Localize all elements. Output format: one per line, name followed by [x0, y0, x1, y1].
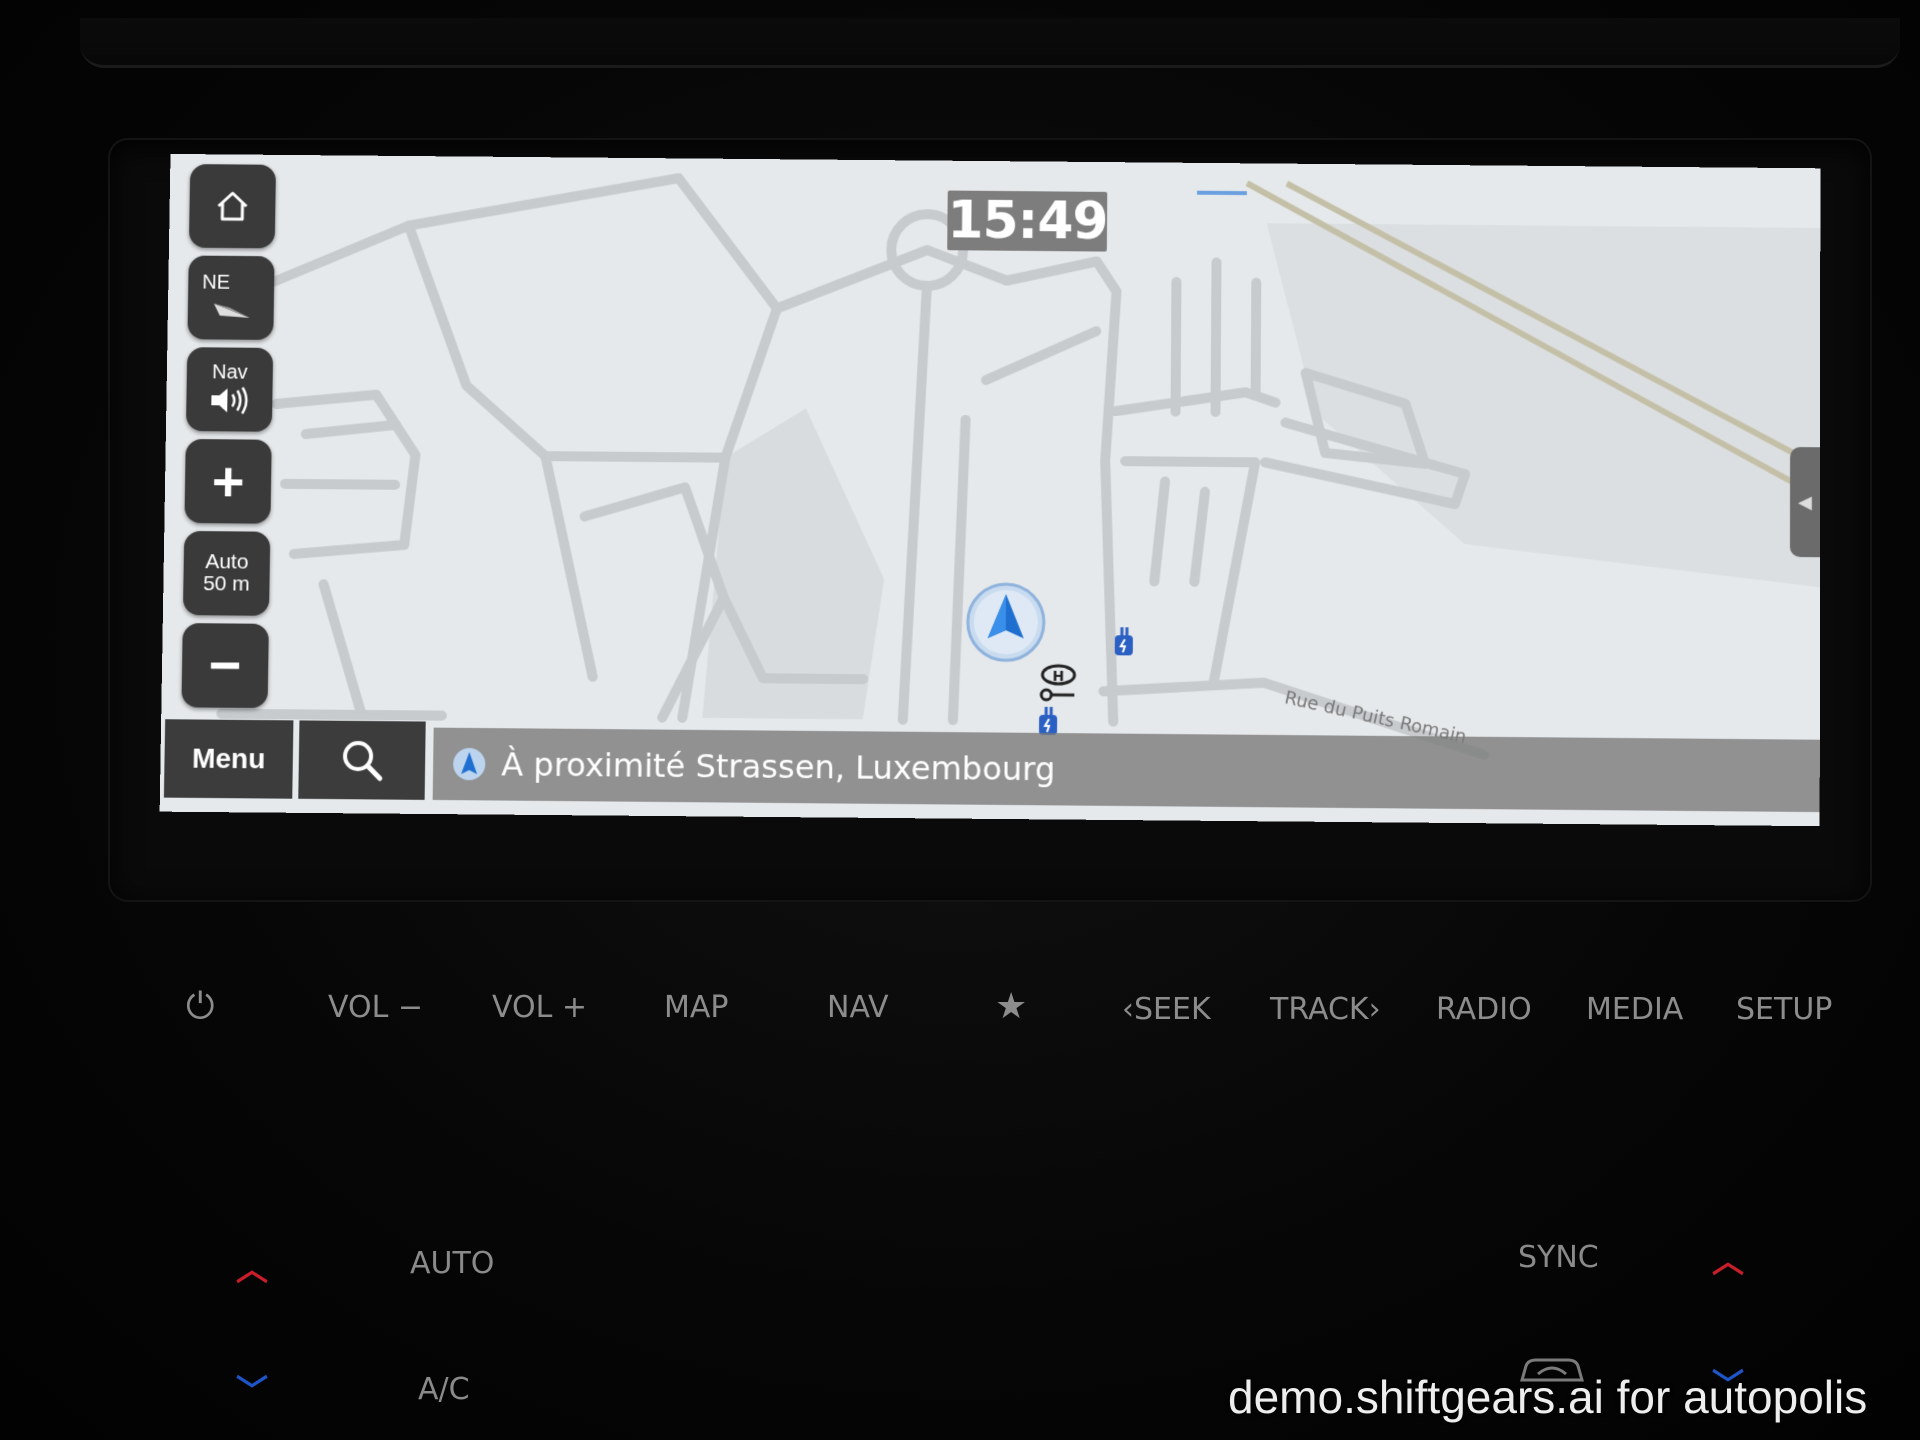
plus-icon: + — [211, 453, 245, 509]
compass-button[interactable]: NE — [187, 256, 274, 340]
temp-down-left-icon[interactable]: ﹀ — [236, 1366, 268, 1412]
dashboard-trim — [80, 18, 1900, 68]
vol-down-button[interactable]: VOL − — [328, 990, 423, 1025]
compass-heading: NE — [202, 272, 230, 294]
minus-icon: − — [208, 637, 242, 693]
nav-voice-button[interactable]: Nav — [186, 347, 273, 432]
zoom-out-button[interactable]: − — [181, 623, 268, 708]
current-position-marker — [963, 580, 1048, 670]
scale-distance-label: 50 m — [203, 573, 250, 595]
zoom-in-button[interactable]: + — [184, 439, 271, 524]
menu-button[interactable]: Menu — [164, 719, 294, 798]
speaker-icon — [207, 383, 251, 417]
bottom-bar: Menu À proximité Strassen, Luxembourg — [160, 713, 1820, 826]
position-arrow-icon — [451, 746, 488, 782]
favorite-star-button[interactable]: ★ — [995, 986, 1027, 1027]
search-icon — [338, 736, 387, 785]
infotainment-screen: Rue du Puits Romain H 15:49 NE Nav + Aut… — [160, 154, 1821, 826]
nav-button[interactable]: NAV — [827, 990, 889, 1025]
home-icon — [212, 186, 253, 226]
svg-text:H: H — [1052, 669, 1064, 685]
media-button[interactable]: MEDIA — [1586, 992, 1683, 1027]
map-scale-button[interactable]: Auto 50 m — [183, 531, 270, 616]
setup-button[interactable]: SETUP — [1736, 992, 1832, 1027]
track-forward-button[interactable]: TRACK› — [1270, 992, 1381, 1027]
hardware-button-row: ⏻ VOL − VOL + MAP NAV ★ ‹SEEK TRACK› RAD… — [0, 990, 1920, 1050]
chevron-left-icon: ◀ — [1798, 492, 1812, 513]
search-button[interactable] — [298, 720, 425, 799]
climate-auto-button[interactable]: AUTO — [410, 1246, 494, 1281]
power-button[interactable]: ⏻ — [186, 986, 214, 1028]
compass-needle-icon — [206, 294, 256, 324]
vol-up-button[interactable]: VOL + — [492, 990, 587, 1025]
nav-voice-label: Nav — [212, 361, 248, 383]
seek-back-button[interactable]: ‹SEEK — [1122, 992, 1211, 1027]
vehicle-arrow-icon — [963, 580, 1048, 665]
watermark-text: demo.shiftgears.ai for autopolis — [1228, 1370, 1867, 1424]
temp-up-right-icon[interactable]: ︿ — [1712, 1236, 1744, 1282]
clock-display: 15:49 — [947, 191, 1107, 252]
climate-ac-button[interactable]: A/C — [418, 1372, 470, 1407]
radio-button[interactable]: RADIO — [1436, 992, 1532, 1027]
home-button[interactable] — [189, 164, 276, 248]
scale-mode-label: Auto — [205, 551, 249, 573]
climate-sync-button[interactable]: SYNC — [1518, 1240, 1599, 1275]
panel-expand-handle[interactable]: ◀ — [1790, 447, 1820, 557]
current-location-text: À proximité Strassen, Luxembourg — [501, 745, 1055, 788]
location-bar[interactable]: À proximité Strassen, Luxembourg — [433, 728, 1820, 812]
map-button[interactable]: MAP — [664, 990, 729, 1025]
temp-up-left-icon[interactable]: ︿ — [236, 1244, 268, 1290]
